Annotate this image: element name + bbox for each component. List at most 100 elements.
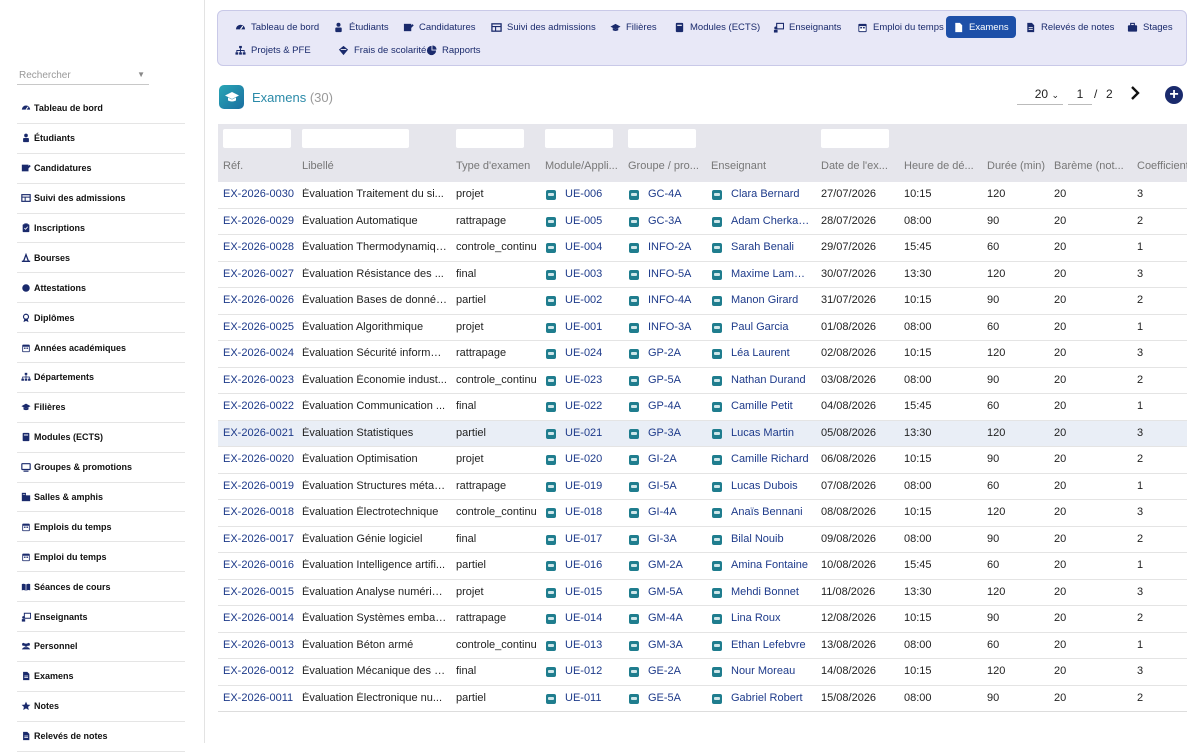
nav-tab[interactable]: Emploi du temps (850, 16, 951, 38)
related-record-link[interactable]: INFO-4A (648, 294, 702, 306)
sidebar-item[interactable]: Attestations (17, 273, 185, 304)
related-record-link[interactable]: UE-013 (565, 639, 619, 651)
record-ref-link[interactable]: EX-2026-0017 (223, 533, 295, 545)
nav-tab[interactable]: Étudiants (326, 16, 396, 38)
table-row[interactable]: EX-2026-0022 Évaluation Communication ...… (218, 394, 1187, 421)
column-header[interactable]: Heure de dé... (904, 160, 978, 172)
sidebar-item[interactable]: Années académiques (17, 333, 185, 364)
sidebar-item[interactable]: Modules (ECTS) (17, 423, 185, 453)
table-row[interactable]: EX-2026-0020 Évaluation Optimisation proje… (218, 447, 1187, 474)
related-record-link[interactable]: UE-014 (565, 612, 619, 624)
record-ref-link[interactable]: EX-2026-0026 (223, 294, 295, 306)
related-record-link[interactable]: UE-021 (565, 427, 619, 439)
related-record-link[interactable]: Amina Fontaine (731, 559, 811, 571)
related-record-link[interactable]: UE-016 (565, 559, 619, 571)
related-record-link[interactable]: INFO-5A (648, 268, 702, 280)
related-record-link[interactable]: GM-2A (648, 559, 702, 571)
nav-tab[interactable]: Examens (946, 16, 1016, 38)
record-ref-link[interactable]: EX-2026-0029 (223, 215, 295, 227)
table-row[interactable]: EX-2026-0029 Évaluation Automatique rattra… (218, 209, 1187, 235)
record-ref-link[interactable]: EX-2026-0013 (223, 639, 295, 651)
related-record-link[interactable]: GP-3A (648, 427, 702, 439)
sidebar-item[interactable]: Notes (17, 692, 185, 722)
table-row[interactable]: EX-2026-0027 Évaluation Résistance des ..… (218, 262, 1187, 288)
related-record-link[interactable]: Paul Garcia (731, 321, 811, 333)
related-record-link[interactable]: Sarah Benali (731, 241, 811, 253)
column-header[interactable]: Coefficient (1137, 160, 1187, 172)
table-row[interactable]: EX-2026-0015 Évaluation Analyse numérique… (218, 580, 1187, 606)
related-record-link[interactable]: INFO-2A (648, 241, 702, 253)
column-header[interactable]: Enseignant (711, 160, 811, 172)
related-record-link[interactable]: UE-015 (565, 586, 619, 598)
column-header[interactable]: Groupe / pro... (628, 160, 702, 172)
record-ref-link[interactable]: EX-2026-0011 (223, 692, 295, 704)
related-record-link[interactable]: GP-4A (648, 400, 702, 412)
related-record-link[interactable]: UE-006 (565, 188, 619, 200)
related-record-link[interactable]: GM-3A (648, 639, 702, 651)
related-record-link[interactable]: GI-3A (648, 533, 702, 545)
sidebar-item[interactable]: Diplômes (17, 303, 185, 334)
column-header[interactable]: Type d'examen (456, 160, 538, 172)
table-row[interactable]: EX-2026-0014 Évaluation Systèmes embar...… (218, 606, 1187, 633)
nav-tab[interactable]: Projets & PFE (228, 39, 318, 61)
sidebar-search-select[interactable]: Rechercher ▼ (17, 66, 149, 85)
nav-tab[interactable]: Stages (1120, 16, 1180, 38)
nav-tab[interactable]: Candidatures (396, 16, 483, 38)
related-record-link[interactable]: Léa Laurent (731, 347, 811, 359)
record-ref-link[interactable]: EX-2026-0019 (223, 480, 295, 492)
nav-tab[interactable]: Enseignants (766, 16, 848, 38)
sidebar-item[interactable]: Suivi des admissions (17, 184, 185, 214)
record-ref-link[interactable]: EX-2026-0015 (223, 586, 295, 598)
column-filter-input[interactable] (821, 129, 889, 148)
table-row[interactable]: EX-2026-0024 Évaluation Sécurité informat… (218, 341, 1187, 368)
next-page-button[interactable] (1127, 84, 1143, 102)
related-record-link[interactable]: GE-2A (648, 665, 702, 677)
related-record-link[interactable]: UE-001 (565, 321, 619, 333)
record-ref-link[interactable]: EX-2026-0012 (223, 665, 295, 677)
related-record-link[interactable]: GM-4A (648, 612, 702, 624)
table-row[interactable]: EX-2026-0028 Évaluation Thermodynamique co… (218, 235, 1187, 262)
table-row[interactable]: EX-2026-0019 Évaluation Structures métall… (218, 474, 1187, 500)
sidebar-item[interactable]: Groupes & promotions (17, 453, 185, 483)
nav-tab[interactable]: Frais de scolarité (331, 39, 433, 61)
related-record-link[interactable]: UE-004 (565, 241, 619, 253)
table-row[interactable]: EX-2026-0025 Évaluation Algorithmique proj… (218, 315, 1187, 341)
related-record-link[interactable]: Manon Girard (731, 294, 811, 306)
related-record-link[interactable]: UE-018 (565, 506, 619, 518)
related-record-link[interactable]: UE-012 (565, 665, 619, 677)
current-page-input[interactable]: 1 (1068, 86, 1092, 105)
related-record-link[interactable]: UE-005 (565, 215, 619, 227)
related-record-link[interactable]: Bilal Nouib (731, 533, 811, 545)
record-ref-link[interactable]: EX-2026-0028 (223, 241, 295, 253)
record-ref-link[interactable]: EX-2026-0014 (223, 612, 295, 624)
related-record-link[interactable]: UE-002 (565, 294, 619, 306)
related-record-link[interactable]: GI-2A (648, 453, 702, 465)
record-ref-link[interactable]: EX-2026-0021 (223, 427, 295, 439)
related-record-link[interactable]: Camille Richard (731, 453, 811, 465)
record-ref-link[interactable]: EX-2026-0025 (223, 321, 295, 333)
related-record-link[interactable]: Gabriel Robert (731, 692, 811, 704)
column-header[interactable]: Libellé (302, 160, 447, 172)
related-record-link[interactable]: UE-011 (565, 692, 619, 704)
sidebar-item[interactable]: Filières (17, 393, 185, 423)
record-ref-link[interactable]: EX-2026-0016 (223, 559, 295, 571)
table-row[interactable]: EX-2026-0012 Évaluation Mécanique des fl.… (218, 659, 1187, 686)
sidebar-item[interactable]: Relevés de notes (17, 722, 185, 752)
table-row[interactable]: EX-2026-0021 Évaluation Statistiques parti… (218, 420, 1187, 447)
record-ref-link[interactable]: EX-2026-0018 (223, 506, 295, 518)
related-record-link[interactable]: Lucas Dubois (731, 480, 811, 492)
related-record-link[interactable]: UE-023 (565, 374, 619, 386)
sidebar-item[interactable]: Bourses (17, 243, 185, 274)
column-header[interactable]: Réf. (223, 160, 295, 172)
add-button[interactable]: + (1165, 86, 1183, 104)
record-ref-link[interactable]: EX-2026-0022 (223, 400, 295, 412)
related-record-link[interactable]: GM-5A (648, 586, 702, 598)
table-row[interactable]: EX-2026-0013 Évaluation Béton armé control… (218, 633, 1187, 659)
related-record-link[interactable]: Nour Moreau (731, 665, 811, 677)
table-row[interactable]: EX-2026-0030 Évaluation Traitement du si.… (218, 182, 1187, 209)
table-row[interactable]: EX-2026-0016 Évaluation Intelligence arti… (218, 553, 1187, 580)
nav-tab[interactable]: Rapports (419, 39, 488, 61)
column-header[interactable]: Barème (not... (1054, 160, 1130, 172)
table-row[interactable]: EX-2026-0017 Évaluation Génie logiciel fin… (218, 527, 1187, 553)
sidebar-item[interactable]: Emplois du temps (17, 512, 185, 543)
